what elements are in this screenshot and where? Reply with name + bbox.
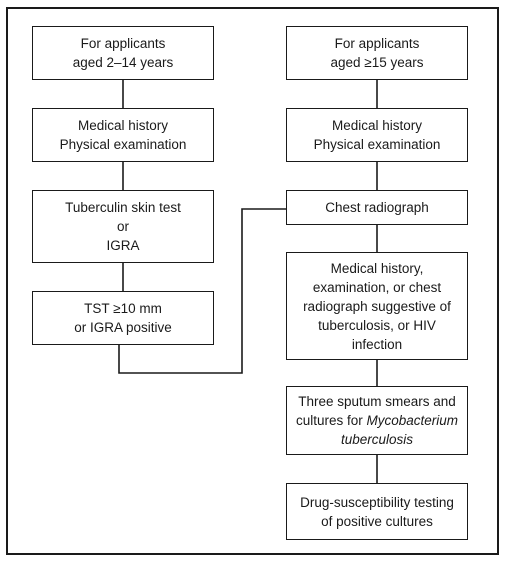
node-text: Chest radiograph: [325, 200, 429, 215]
node-text: aged 2–14 years: [72, 55, 174, 70]
node-tst-positive: TST ≥10 mm or IGRA positive: [32, 291, 214, 345]
node-text: Three sputum smears and: [298, 394, 456, 409]
node-text-line3: tuberculosis: [296, 430, 458, 449]
node-text: Physical examination: [59, 137, 187, 152]
node-text: Tuberculin skin test: [65, 200, 181, 215]
node-text: radiograph suggestive of: [303, 298, 451, 314]
node-text: For applicants: [80, 36, 166, 51]
node-medical-history-right: Medical history Physical examination: [286, 108, 468, 162]
node-text: aged ≥15 years: [330, 55, 424, 70]
node-text: Medical history: [331, 118, 422, 133]
node-text: infection: [351, 336, 403, 352]
node-drug-susceptibility: Drug-susceptibility testing of positive …: [286, 483, 468, 540]
node-suggestive-findings: Medical history, examination, or chest r…: [286, 252, 468, 360]
node-applicants-2-14: For applicants aged 2–14 years: [32, 26, 214, 80]
node-text: Physical examination: [313, 137, 441, 152]
node-text-line2: cultures for Mycobacterium: [296, 411, 458, 430]
node-text: tuberculosis, or HIV: [318, 317, 436, 333]
node-chest-radiograph: Chest radiograph: [286, 190, 468, 225]
node-text: examination, or chest: [312, 279, 442, 295]
node-medical-history-left: Medical history Physical examination: [32, 108, 214, 162]
node-text: Medical history,: [330, 260, 424, 276]
node-text: or IGRA positive: [74, 320, 172, 335]
node-text: cultures for: [295, 413, 367, 428]
node-text-italic: tuberculosis: [340, 432, 414, 447]
node-text: of positive cultures: [321, 513, 433, 529]
node-text: IGRA: [106, 238, 140, 253]
node-sputum-smears-cultures: Three sputum smears and cultures for Myc…: [286, 386, 468, 455]
node-text: or: [116, 219, 129, 234]
node-applicants-15-plus: For applicants aged ≥15 years: [286, 26, 468, 80]
node-text: For applicants: [334, 36, 420, 51]
node-tst-or-igra: Tuberculin skin test or IGRA: [32, 190, 214, 263]
node-text: Medical history: [77, 118, 168, 133]
node-text-italic: Mycobacterium: [366, 413, 459, 428]
node-text: TST ≥10 mm: [84, 301, 162, 316]
node-text: Drug-susceptibility testing: [300, 494, 454, 510]
